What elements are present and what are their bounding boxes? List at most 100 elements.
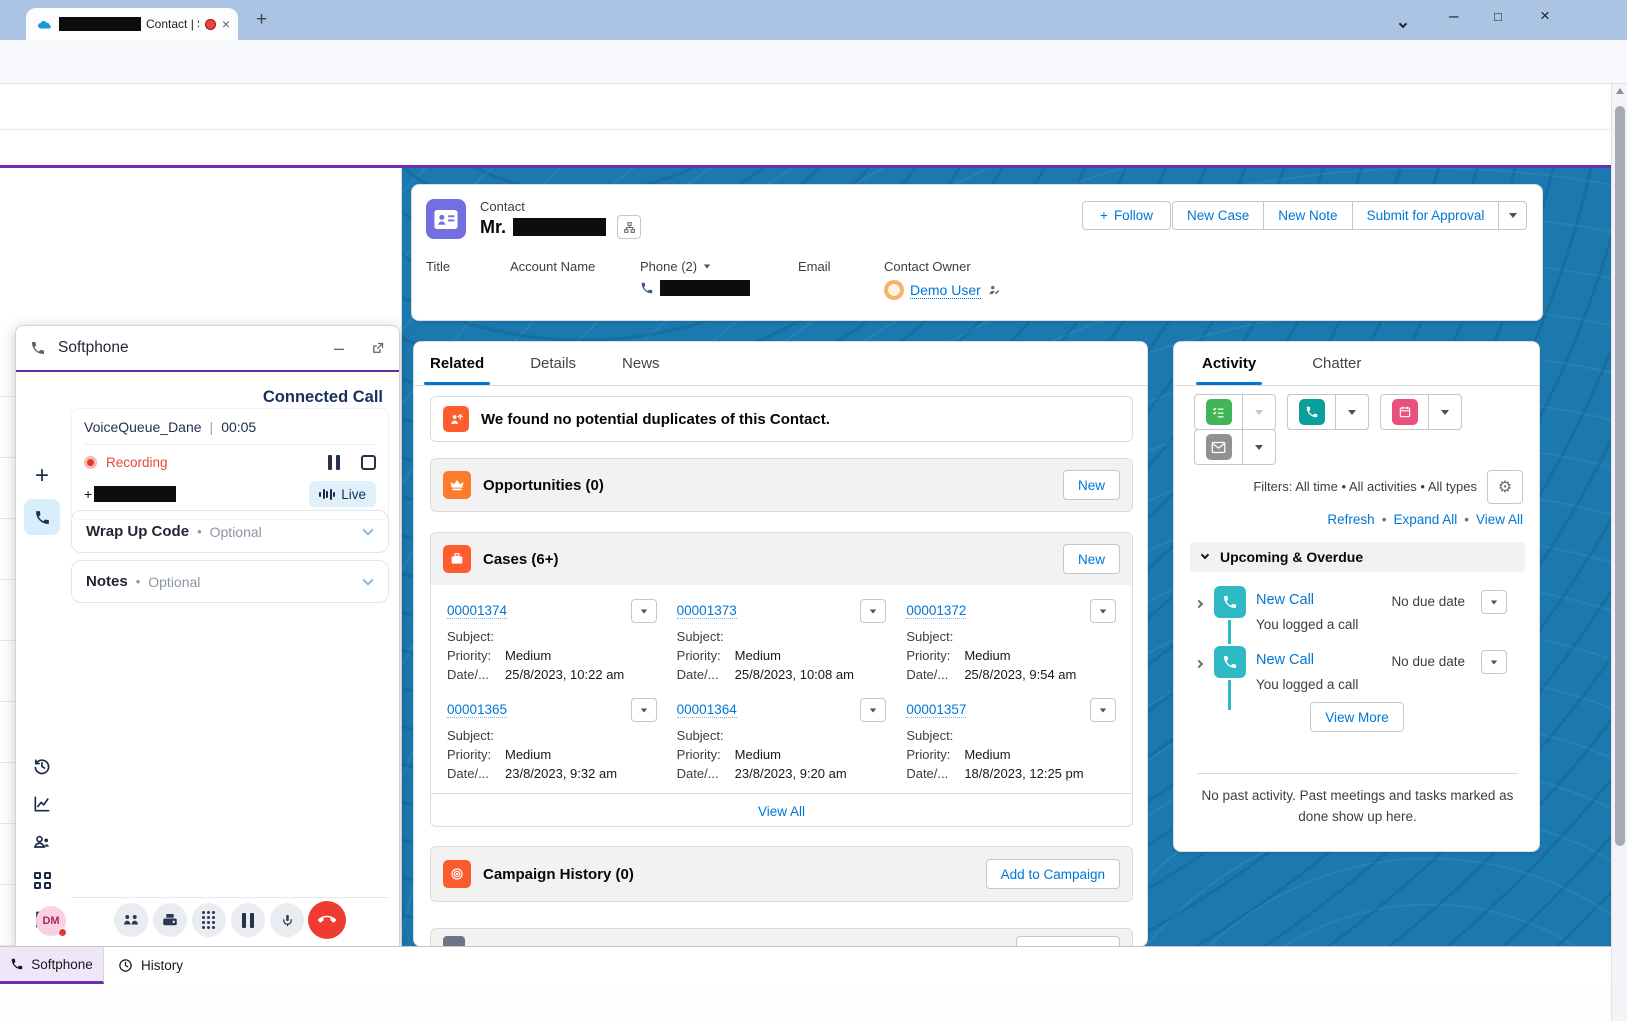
end-call-button[interactable] xyxy=(308,901,346,939)
wrap-up-optional-hint: Optional xyxy=(210,524,356,540)
wrap-up-code-section[interactable]: Wrap Up Code • Optional xyxy=(71,510,389,553)
new-call-plus-icon[interactable]: + xyxy=(16,462,68,490)
new-event-button[interactable] xyxy=(1381,395,1428,429)
pause-recording-icon[interactable] xyxy=(328,455,340,470)
view-hierarchy-icon[interactable] xyxy=(617,215,641,239)
transfer-device-button[interactable] xyxy=(153,903,187,937)
task-chevron-icon[interactable] xyxy=(1242,395,1275,429)
scrollbar-thumb[interactable] xyxy=(1615,106,1625,846)
window-menu-chevron-icon[interactable] xyxy=(1400,14,1406,32)
chevron-down-icon[interactable] xyxy=(362,524,373,535)
browser-toolbar: ← → ↻ lightning.force.com/lightning/r/Co… xyxy=(0,40,1627,84)
event-chevron-icon[interactable] xyxy=(1428,395,1461,429)
log-call-button[interactable] xyxy=(1288,395,1335,429)
timeline-connector xyxy=(1228,680,1231,710)
opportunities-header[interactable]: Opportunities (0) New xyxy=(431,459,1132,511)
analytics-chart-icon[interactable] xyxy=(16,794,68,814)
email-chevron-icon[interactable] xyxy=(1242,430,1275,464)
email-button[interactable] xyxy=(1195,430,1242,464)
view-more-button[interactable]: View More xyxy=(1310,702,1404,732)
salesforce-global-header: ★ + ? ⚙ xyxy=(0,84,1627,130)
field-phone: Phone (2) xyxy=(640,259,750,296)
case-number-link[interactable]: 00001364 xyxy=(677,702,737,718)
case-row-menu-button[interactable] xyxy=(631,698,657,722)
new-opportunity-button[interactable]: New xyxy=(1063,470,1120,500)
case-row-menu-button[interactable] xyxy=(1090,698,1116,722)
refresh-link[interactable]: Refresh xyxy=(1327,512,1374,527)
new-case-button[interactable]: New Case xyxy=(1172,201,1264,230)
campaign-icon xyxy=(443,860,471,888)
contact-record-icon xyxy=(426,199,466,239)
phone-icon xyxy=(640,281,654,295)
clock-icon xyxy=(118,958,133,973)
expand-all-link[interactable]: Expand All xyxy=(1393,512,1457,527)
new-tab-button[interactable]: + xyxy=(256,9,267,31)
upcoming-overdue-header[interactable]: Upcoming & Overdue xyxy=(1190,542,1525,572)
tab-chatter[interactable]: Chatter xyxy=(1312,355,1361,385)
window-maximize-button[interactable]: □ xyxy=(1494,9,1502,24)
page-scrollbar[interactable] xyxy=(1611,84,1627,1021)
timeline-item-menu-button[interactable] xyxy=(1481,590,1507,614)
new-task-button[interactable] xyxy=(1195,395,1242,429)
case-number-link[interactable]: 00001365 xyxy=(447,702,507,718)
case-row-menu-button[interactable] xyxy=(1090,599,1116,623)
case-number-link[interactable]: 00001374 xyxy=(447,603,507,619)
timeline-item-link[interactable]: New Call xyxy=(1256,652,1314,668)
call-chevron-icon[interactable] xyxy=(1335,395,1368,429)
minimize-icon[interactable]: – xyxy=(334,338,344,359)
case-number-link[interactable]: 00001357 xyxy=(906,702,966,718)
pop-out-icon[interactable] xyxy=(370,341,385,356)
case-row-menu-button[interactable] xyxy=(631,599,657,623)
notes-section[interactable]: Notes • Optional xyxy=(71,560,389,603)
add-to-campaign-button[interactable]: Add to Campaign xyxy=(986,859,1120,889)
scroll-up-arrow-icon[interactable] xyxy=(1616,88,1624,94)
case-row-menu-button[interactable] xyxy=(860,599,886,623)
timeline-item-menu-button[interactable] xyxy=(1481,650,1507,674)
chevron-down-icon[interactable] xyxy=(362,574,373,585)
stop-recording-icon[interactable] xyxy=(361,455,376,470)
case-row-menu-button[interactable] xyxy=(860,698,886,722)
expand-chevron-icon[interactable] xyxy=(1196,594,1202,612)
phone-dropdown-chevron-icon[interactable] xyxy=(704,265,710,269)
new-note-button[interactable]: New Note xyxy=(1264,201,1352,230)
case-number-link[interactable]: 00001372 xyxy=(906,603,966,619)
activity-settings-gear-icon[interactable]: ⚙ xyxy=(1487,470,1523,504)
utility-history-tab[interactable]: History xyxy=(118,947,183,984)
mute-microphone-button[interactable] xyxy=(270,903,304,937)
more-actions-chevron-button[interactable] xyxy=(1499,201,1527,230)
timeline-item-link[interactable]: New Call xyxy=(1256,592,1314,608)
campaign-header[interactable]: Campaign History (0) Add to Campaign xyxy=(431,847,1132,901)
change-owner-icon[interactable] xyxy=(987,283,1001,297)
browser-tab[interactable]: Contact | Sal × xyxy=(26,8,238,40)
field-label: Title xyxy=(426,259,450,274)
apps-grid-icon[interactable] xyxy=(16,872,68,889)
call-history-icon[interactable] xyxy=(16,756,68,776)
field-label: Contact Owner xyxy=(884,259,1001,274)
window-close-button[interactable]: × xyxy=(1540,6,1550,26)
conference-button[interactable] xyxy=(114,903,148,937)
view-all-cases-link[interactable]: View All xyxy=(758,804,805,819)
window-minimize-button[interactable]: – xyxy=(1449,6,1458,26)
owner-link[interactable]: Demo User xyxy=(910,282,981,299)
case-number-link[interactable]: 00001373 xyxy=(677,603,737,619)
recording-label: Recording xyxy=(106,455,319,470)
cases-section: Cases (6+) New 00001374 Subject: Priorit… xyxy=(430,532,1133,827)
cases-header[interactable]: Cases (6+) New xyxy=(431,533,1132,585)
utility-softphone-tab[interactable]: Softphone xyxy=(0,947,104,984)
follow-button[interactable]: + Follow xyxy=(1082,201,1171,230)
tab-news[interactable]: News xyxy=(622,355,660,385)
duplicates-alert: We found no potential duplicates of this… xyxy=(430,396,1133,442)
submit-for-approval-button[interactable]: Submit for Approval xyxy=(1353,201,1500,230)
tab-related[interactable]: Related xyxy=(430,355,484,385)
tab-close-icon[interactable]: × xyxy=(222,17,230,31)
view-all-link[interactable]: View All xyxy=(1476,512,1523,527)
expand-chevron-icon[interactable] xyxy=(1196,654,1202,672)
dialpad-button[interactable] xyxy=(192,903,226,937)
active-call-tab-icon[interactable] xyxy=(16,499,68,535)
contacts-people-icon[interactable] xyxy=(16,832,68,852)
hold-pause-button[interactable] xyxy=(231,903,265,937)
tab-activity[interactable]: Activity xyxy=(1202,355,1256,385)
notes-optional-hint: Optional xyxy=(148,574,356,590)
tab-details[interactable]: Details xyxy=(530,355,576,385)
new-case-button[interactable]: New xyxy=(1063,544,1120,574)
